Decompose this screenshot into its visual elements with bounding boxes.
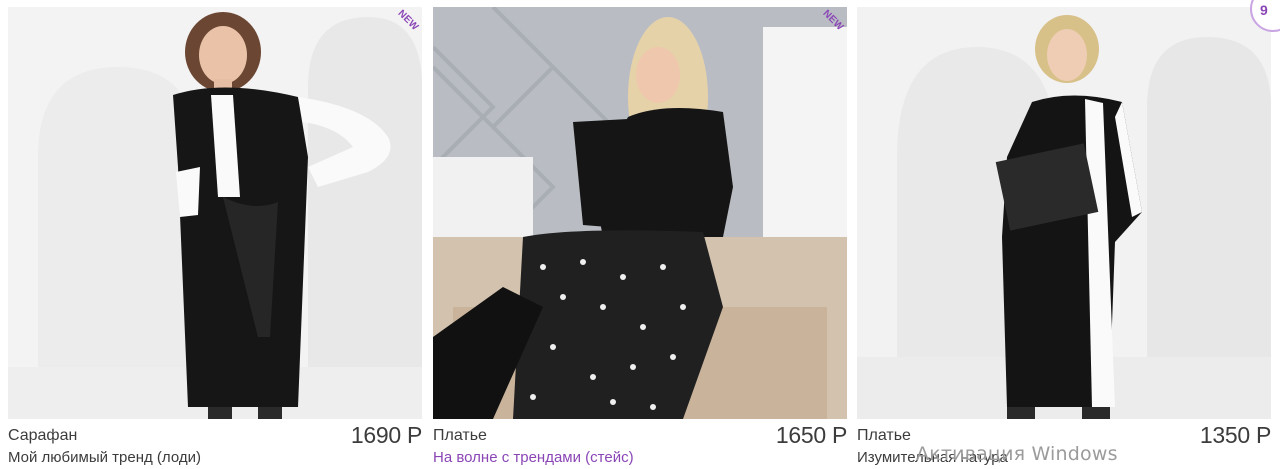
product-card[interactable]: NEW Платье 1650 Р На волне с трендами (с… — [433, 7, 847, 469]
product-photo[interactable]: NEW — [8, 7, 422, 419]
product-name-link[interactable]: Мой любимый тренд (лоди) — [8, 449, 201, 466]
product-image — [8, 7, 422, 419]
floating-badge-label: 9 — [1260, 2, 1268, 18]
product-category: Сарафан — [8, 427, 78, 444]
product-image — [433, 7, 847, 419]
product-category: Платье — [433, 427, 487, 444]
product-name-link[interactable]: На волне с трендами (стейс) — [433, 449, 634, 466]
new-badge: NEW — [820, 8, 846, 33]
product-image — [857, 7, 1271, 419]
product-info: Платье 1350 Р Изумительная натура — [857, 419, 1271, 469]
product-price: 1350 Р — [1199, 422, 1271, 448]
product-category: Платье — [857, 427, 911, 444]
product-card[interactable]: Платье 1350 Р Изумительная натура — [857, 7, 1271, 469]
new-badge: NEW — [395, 8, 421, 33]
product-price: 1690 Р — [350, 422, 422, 448]
product-photo[interactable] — [857, 7, 1271, 419]
product-card[interactable]: NEW Сарафан 1690 Р Мой любимый тренд (ло… — [8, 7, 422, 469]
product-info: Сарафан 1690 Р Мой любимый тренд (лоди) — [8, 419, 422, 469]
product-price: 1650 Р — [775, 422, 847, 448]
product-grid: NEW Сарафан 1690 Р Мой любимый тренд (ло… — [0, 0, 1280, 469]
product-info: Платье 1650 Р На волне с трендами (стейс… — [433, 419, 847, 469]
product-name-link[interactable]: Изумительная натура — [857, 449, 1008, 466]
product-photo[interactable]: NEW — [433, 7, 847, 419]
